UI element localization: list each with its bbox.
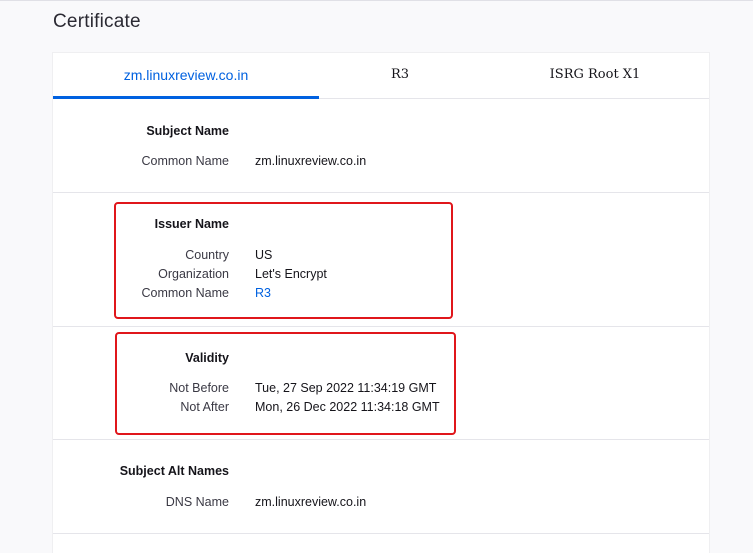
- subject-common-name-value: zm.linuxreview.co.in: [255, 154, 367, 168]
- dns-name-label: DNS Name: [165, 495, 229, 509]
- subject-name-section: Subject Name Common Name zm.linuxreview.…: [53, 99, 709, 193]
- tab-leaf-certificate[interactable]: zm.linuxreview.co.in: [53, 53, 319, 99]
- tab-root-certificate[interactable]: ISRG Root X1: [481, 53, 709, 98]
- dns-name-value: zm.linuxreview.co.in: [255, 495, 367, 509]
- validity-highlight-box: [115, 332, 456, 435]
- certificate-tabs: zm.linuxreview.co.in R3 ISRG Root X1: [53, 53, 709, 99]
- tab-intermediate-certificate[interactable]: R3: [319, 53, 481, 98]
- top-divider: [0, 0, 753, 1]
- subject-alt-names-heading: Subject Alt Names: [119, 464, 229, 478]
- issuer-highlight-box: [114, 202, 453, 319]
- subject-alt-names-section: Subject Alt Names DNS Name zm.linuxrevie…: [53, 440, 709, 534]
- page-title: Certificate: [53, 11, 141, 32]
- subject-name-heading: Subject Name: [146, 124, 229, 138]
- subject-common-name-label: Common Name: [141, 154, 229, 168]
